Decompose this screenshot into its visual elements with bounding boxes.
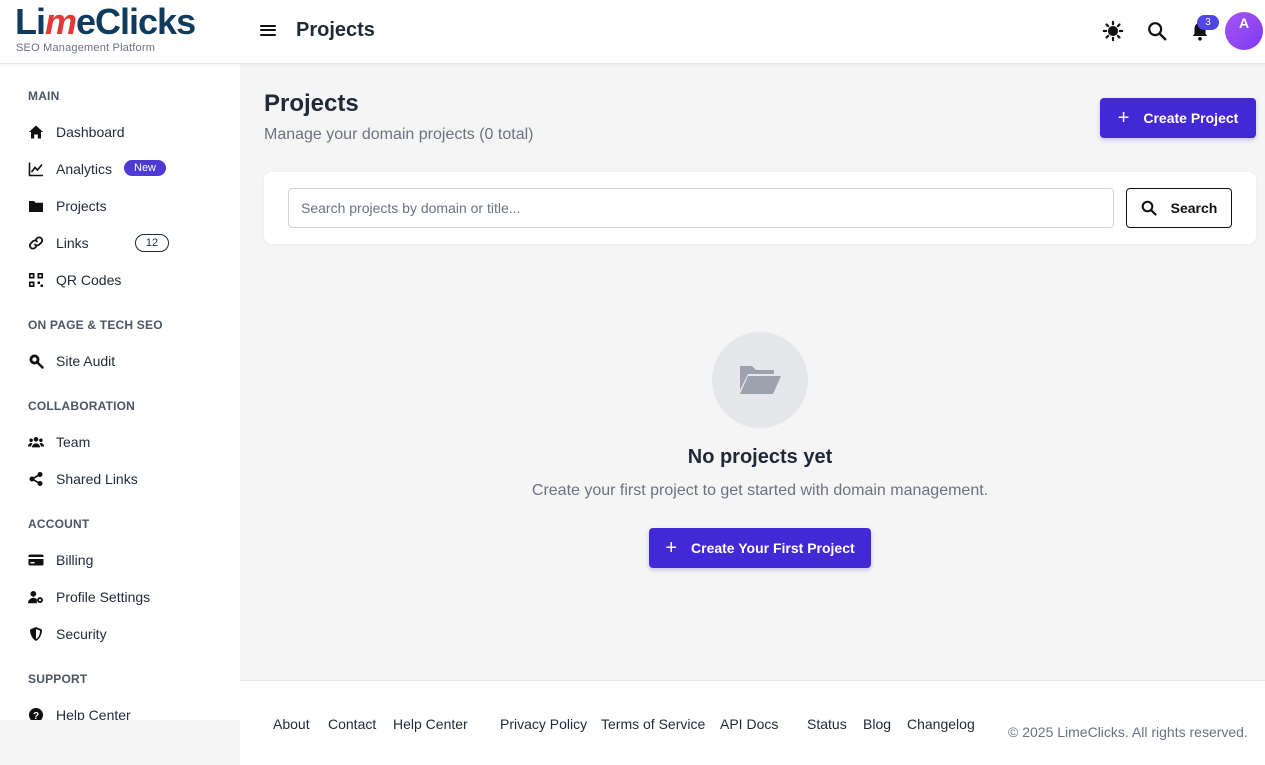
footer-link-api-docs[interactable]: API Docs (720, 716, 778, 732)
brand-name-part: Li (15, 1, 46, 42)
search-magnify-icon (28, 353, 44, 369)
search-input[interactable] (288, 188, 1114, 228)
page-subtitle: Manage your domain projects (0 total) (264, 126, 534, 143)
create-first-project-button[interactable]: + Create Your First Project (649, 528, 871, 568)
sidebar-section-collaboration: COLLABORATION (28, 399, 136, 413)
brand-name: Li m eClicks (15, 2, 230, 42)
chart-line-icon (28, 161, 44, 177)
search-icon[interactable] (1146, 20, 1168, 42)
copyright-text: © 2025 LimeClicks. All rights reserved. (1008, 724, 1248, 740)
sidebar-item-label: Team (56, 434, 91, 450)
sidebar-item-dashboard[interactable]: Dashboard (28, 120, 228, 144)
sidebar-item-links[interactable]: Links 12 (28, 231, 228, 255)
question-circle-icon: ? (28, 707, 44, 720)
footer-link-about[interactable]: About (273, 716, 310, 732)
sidebar-item-label: Analytics (56, 161, 113, 177)
link-icon (28, 235, 44, 251)
new-badge: New (124, 160, 167, 176)
credit-card-icon (28, 552, 44, 568)
svg-text:?: ? (33, 711, 39, 720)
sidebar-item-label: Shared Links (56, 471, 138, 487)
footer-link-privacy[interactable]: Privacy Policy (500, 716, 587, 732)
sidebar-item-label: Dashboard (56, 124, 125, 140)
sidebar-item-site-audit[interactable]: Site Audit (28, 349, 228, 373)
footer-link-changelog[interactable]: Changelog (907, 716, 975, 732)
sidebar-item-label: Help Center (56, 707, 131, 720)
sidebar-section-account: ACCOUNT (28, 517, 90, 531)
sidebar-item-label: Links (56, 235, 89, 251)
search-button[interactable]: Search (1126, 188, 1232, 228)
sidebar-item-label: Site Audit (56, 353, 116, 369)
brand-name-part: eClicks (76, 1, 196, 42)
header-title: Projects (296, 19, 375, 41)
sidebar-item-analytics[interactable]: Analytics New (28, 157, 228, 181)
plus-icon: + (665, 537, 678, 559)
menu-toggle-icon[interactable] (258, 22, 278, 40)
sidebar-item-team[interactable]: Team (28, 430, 228, 454)
page-title: Projects (264, 90, 359, 117)
brand-name-accent: m (45, 1, 77, 42)
folder-icon (28, 198, 44, 214)
create-project-label: Create Project (1143, 110, 1239, 126)
sidebar-item-label: Billing (56, 552, 94, 568)
theme-toggle-icon[interactable] (1102, 20, 1124, 42)
sidebar-item-label: QR Codes (56, 272, 122, 288)
sidebar-section-main: MAIN (28, 89, 60, 103)
footer: About Contact Help Center Privacy Policy… (240, 680, 1265, 765)
sidebar-item-qr-codes[interactable]: QR Codes (28, 268, 228, 292)
sidebar-item-billing[interactable]: Billing (28, 548, 228, 572)
share-icon (28, 471, 44, 487)
sidebar-section-onpage: ON PAGE & TECH SEO (28, 318, 163, 332)
search-button-label: Search (1170, 200, 1218, 216)
brand-logo[interactable]: Li m eClicks SEO Management Platform (15, 2, 230, 60)
empty-state-subtitle: Create your first project to get started… (531, 482, 989, 499)
folder-open-icon (740, 366, 781, 394)
sidebar-item-projects[interactable]: Projects (28, 194, 228, 218)
empty-state-illustration (712, 332, 808, 428)
user-gear-icon (28, 589, 44, 605)
plus-icon: + (1117, 107, 1130, 129)
sidebar-item-label: Security (56, 626, 107, 642)
search-icon (1141, 200, 1157, 216)
links-count-badge: 12 (135, 234, 169, 252)
footer-link-terms[interactable]: Terms of Service (601, 716, 705, 732)
sidebar-item-help-center[interactable]: ? Help Center (28, 703, 228, 720)
home-icon (28, 124, 44, 140)
empty-state-title: No projects yet (687, 446, 833, 468)
notification-badge: 3 (1197, 15, 1219, 30)
sidebar-item-label: Projects (56, 198, 107, 214)
top-header: Li m eClicks SEO Management Platform Proje… (0, 0, 1265, 64)
sidebar-item-shared-links[interactable]: Shared Links (28, 467, 228, 491)
create-project-button[interactable]: + Create Project (1100, 98, 1256, 138)
footer-link-help-center[interactable]: Help Center (393, 716, 468, 732)
sidebar-section-support: SUPPORT (28, 672, 88, 686)
sidebar-item-label: Profile Settings (56, 589, 151, 605)
brand-tagline: SEO Management Platform (16, 42, 156, 54)
footer-link-blog[interactable]: Blog (863, 716, 891, 732)
avatar[interactable]: A (1225, 12, 1263, 50)
search-card: Search (264, 172, 1256, 244)
users-icon (28, 434, 44, 450)
footer-link-contact[interactable]: Contact (328, 716, 376, 732)
footer-link-status[interactable]: Status (807, 716, 847, 732)
shield-icon (28, 626, 44, 642)
create-first-project-label: Create Your First Project (691, 540, 855, 556)
sidebar: MAIN Dashboard Analytics New Projects Li… (0, 64, 240, 720)
sidebar-item-security[interactable]: Security (28, 622, 228, 646)
sidebar-item-profile-settings[interactable]: Profile Settings (28, 585, 228, 609)
qrcode-icon (28, 272, 44, 288)
